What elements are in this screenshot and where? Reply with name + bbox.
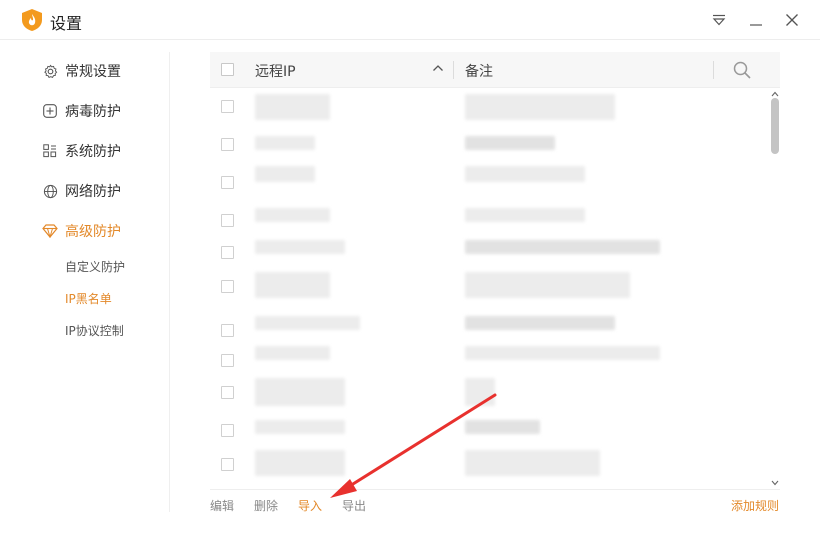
close-button[interactable] xyxy=(780,8,804,32)
sidebar-item-advanced[interactable]: 高级防护 xyxy=(42,221,121,241)
blurred-ip xyxy=(255,316,360,330)
blurred-note xyxy=(465,94,615,120)
window-title: 设置 xyxy=(50,14,83,33)
table-row[interactable] xyxy=(210,126,770,164)
sidebar-item-label: 高级防护 xyxy=(65,224,121,240)
column-header-remote-ip[interactable]: 远程IP xyxy=(255,61,296,81)
blurred-ip xyxy=(255,346,330,360)
row-checkbox[interactable] xyxy=(221,214,234,227)
chevron-up-icon[interactable] xyxy=(431,61,445,75)
row-checkbox[interactable] xyxy=(221,100,234,113)
row-checkbox[interactable] xyxy=(221,386,234,399)
sidebar-item-general[interactable]: 常规设置 xyxy=(42,61,121,81)
table-row[interactable] xyxy=(210,374,770,412)
blurred-ip xyxy=(255,136,315,150)
table-row[interactable] xyxy=(210,88,770,126)
scrollbar-thumb[interactable] xyxy=(771,98,779,154)
search-icon[interactable] xyxy=(732,60,752,80)
blurred-ip xyxy=(255,272,330,298)
column-divider xyxy=(713,61,714,79)
sidebar-item-label: 常规设置 xyxy=(65,64,121,80)
close-icon xyxy=(786,14,798,26)
globe-icon xyxy=(42,183,58,199)
row-checkbox[interactable] xyxy=(221,324,234,337)
blurred-note xyxy=(465,450,600,476)
row-checkbox[interactable] xyxy=(221,138,234,151)
blurred-note xyxy=(465,420,540,434)
table-row[interactable] xyxy=(210,446,770,484)
sidebar-item-label: 系统防护 xyxy=(65,144,121,160)
table-row[interactable] xyxy=(210,234,770,272)
sidebar-subitem-custom[interactable]: 自定义防护 xyxy=(65,258,125,275)
table-row[interactable] xyxy=(210,164,770,202)
plus-box-icon xyxy=(42,103,58,119)
row-checkbox[interactable] xyxy=(221,246,234,259)
row-checkbox[interactable] xyxy=(221,458,234,471)
sidebar-subitem-ip-protocol[interactable]: IP协议控制 xyxy=(65,322,124,339)
blurred-ip xyxy=(255,240,345,254)
sidebar-item-label: 病毒防护 xyxy=(65,104,121,120)
sidebar-item-virus[interactable]: 病毒防护 xyxy=(42,101,121,121)
table-row[interactable] xyxy=(210,268,770,306)
row-checkbox[interactable] xyxy=(221,354,234,367)
blurred-ip xyxy=(255,208,330,222)
add-rule-button[interactable]: 添加规则 xyxy=(731,497,779,514)
export-button[interactable]: 导出 xyxy=(342,497,366,514)
blurred-note xyxy=(465,346,660,360)
menu-icon xyxy=(712,14,726,26)
shield-flame-logo-icon xyxy=(22,9,42,31)
diamond-icon xyxy=(42,223,58,239)
sidebar-divider xyxy=(169,52,170,512)
blurred-ip xyxy=(255,94,330,120)
sidebar-subitem-ip-blacklist[interactable]: IP黑名单 xyxy=(65,290,112,307)
import-button[interactable]: 导入 xyxy=(298,497,322,514)
edit-button[interactable]: 编辑 xyxy=(210,497,234,514)
delete-button[interactable]: 删除 xyxy=(254,497,278,514)
gear-icon xyxy=(42,63,58,79)
table-bottom-border xyxy=(210,489,780,490)
sidebar-item-label: 网络防护 xyxy=(65,184,121,200)
blurred-note xyxy=(465,208,585,222)
select-all-checkbox[interactable] xyxy=(221,63,234,76)
table-body xyxy=(210,88,780,488)
blurred-note xyxy=(465,378,495,406)
title-bar: 设置 xyxy=(0,0,820,40)
blurred-note xyxy=(465,240,660,254)
sidebar-item-network[interactable]: 网络防护 xyxy=(42,181,121,201)
blurred-ip xyxy=(255,378,345,406)
row-checkbox[interactable] xyxy=(221,280,234,293)
row-checkbox[interactable] xyxy=(221,176,234,189)
menu-button[interactable] xyxy=(707,8,731,32)
table-header: 远程IP 备注 xyxy=(210,52,780,88)
column-divider xyxy=(453,61,454,79)
blurred-ip xyxy=(255,450,345,476)
blurred-ip xyxy=(255,420,345,434)
blurred-note xyxy=(465,272,630,298)
blurred-note xyxy=(465,136,555,150)
table-row[interactable] xyxy=(210,412,770,450)
scroll-down-icon[interactable] xyxy=(771,479,779,487)
row-checkbox[interactable] xyxy=(221,424,234,437)
scroll-up-icon[interactable] xyxy=(771,90,779,98)
blurred-ip xyxy=(255,166,315,182)
grid-icon xyxy=(42,143,58,159)
minimize-icon xyxy=(750,24,762,26)
column-header-note[interactable]: 备注 xyxy=(465,61,493,81)
blurred-note xyxy=(465,316,615,330)
minimize-button[interactable] xyxy=(744,8,768,32)
sidebar-item-system[interactable]: 系统防护 xyxy=(42,141,121,161)
blurred-note xyxy=(465,166,585,182)
